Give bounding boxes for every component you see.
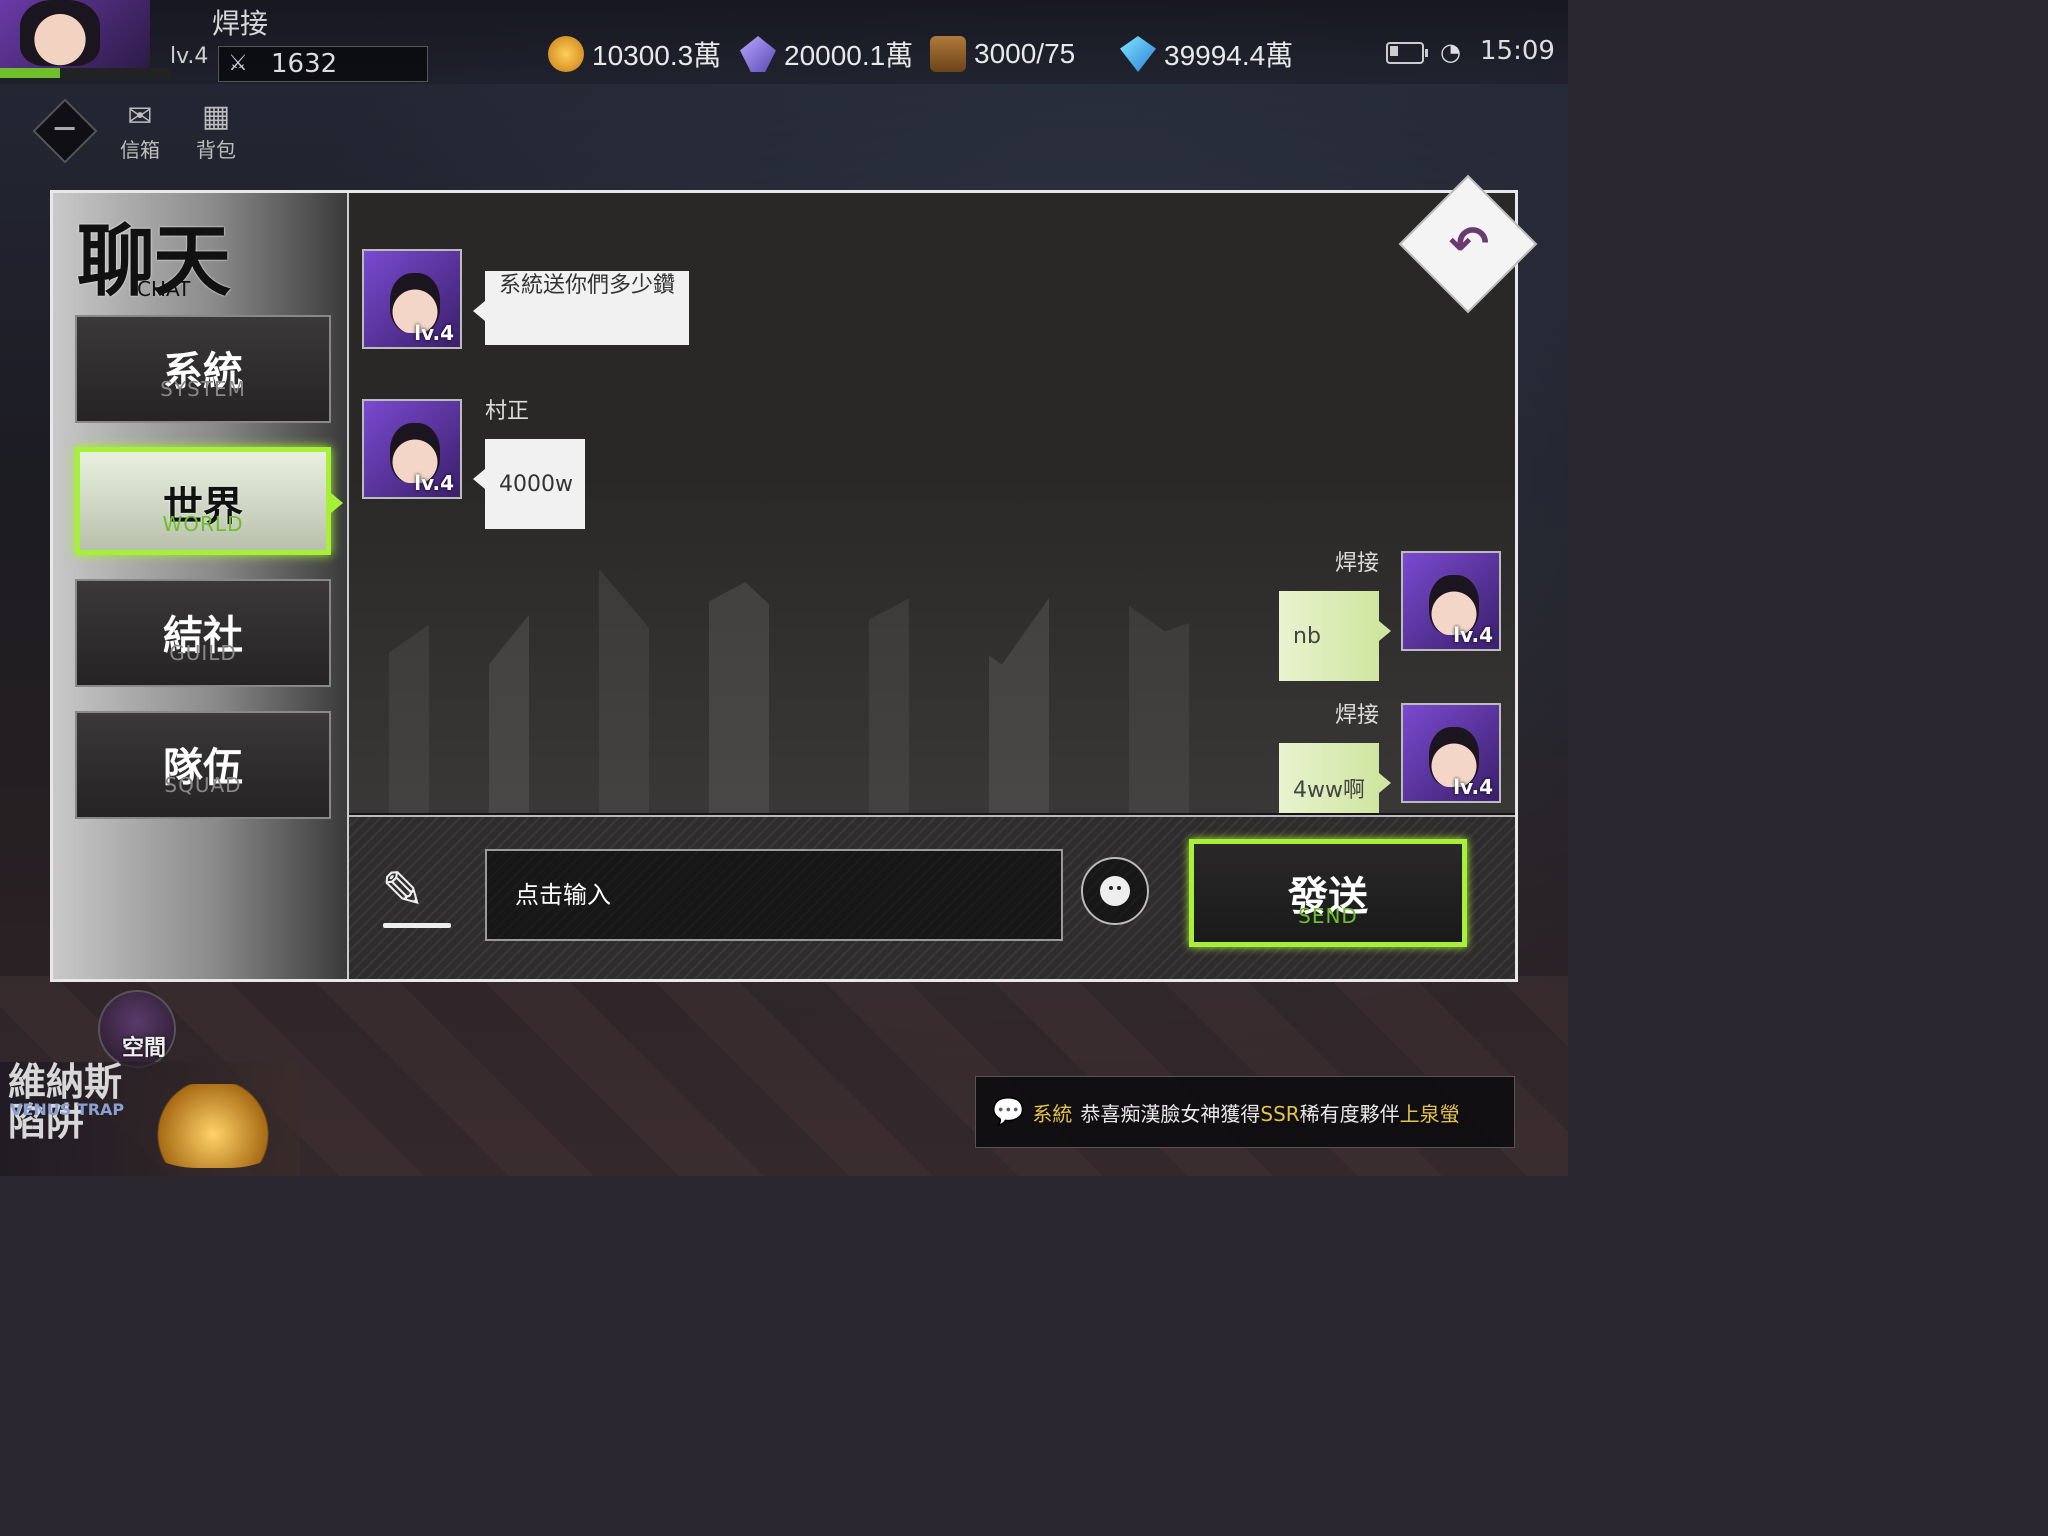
ticker-partner: 上泉螢	[1399, 1101, 1460, 1126]
pencil-underline	[383, 923, 451, 928]
resource-chest-value: 3000/75	[974, 38, 1076, 69]
message-level: lv.4	[414, 321, 454, 345]
combat-power-value: 1632	[271, 49, 338, 79]
message-level: lv.4	[414, 471, 454, 495]
tab-sublabel: SQUAD	[164, 773, 242, 797]
ticker-rarity: SSR	[1260, 1101, 1300, 1126]
chest-icon	[930, 36, 966, 72]
message-bubble: nb	[1279, 591, 1391, 681]
message-level: lv.4	[1453, 775, 1493, 799]
top-status-bar: 焊接 lv.4 ⚔ 1632 10300.3萬 20000.1萬 3000/75…	[0, 0, 1568, 84]
chat-bubble-icon: 💬	[992, 1097, 1025, 1127]
return-arrow-icon: ↶	[1448, 216, 1490, 272]
tab-guild[interactable]: 結社 GUILD	[75, 579, 331, 687]
combat-power: ⚔ 1632	[218, 46, 428, 82]
send-button[interactable]: 發送 SEND	[1189, 839, 1467, 947]
tab-sublabel: WORLD	[162, 512, 244, 536]
message-text: 系統送你們多少鑽	[499, 273, 676, 298]
chat-message-list[interactable]: lv.4 系統送你們多少鑽 lv.4 村正 4000w 焊接 lv.4 nb 焊…	[349, 193, 1515, 813]
crystal-icon	[740, 36, 776, 72]
gold-coin-icon	[548, 36, 584, 72]
wifi-icon: ◔	[1440, 38, 1461, 66]
tab-world[interactable]: 世界 WORLD	[75, 447, 331, 555]
space-label: 空間	[122, 1036, 167, 1061]
message-avatar[interactable]: lv.4	[362, 249, 462, 349]
message-bubble: 系統送你們多少鑽	[472, 271, 690, 345]
emoji-button[interactable]	[1081, 857, 1149, 925]
message-text: nb	[1293, 623, 1321, 649]
chat-sidebar: 聊天 CHAT 系統 SYSTEM 世界 WORLD 結社 GUILD 隊伍 S…	[53, 193, 349, 979]
resource-crystal[interactable]: 20000.1萬	[740, 34, 913, 74]
event-banner-venus-trap[interactable]: 維納斯陷阱 VENUS TRAP	[0, 1062, 300, 1176]
pencil-icon: ✎	[381, 861, 425, 921]
back-button[interactable]: ↶	[1398, 174, 1538, 314]
sword-icon: ⚔	[228, 51, 248, 76]
player-level: lv.4	[170, 44, 209, 69]
tab-sublabel: GUILD	[169, 641, 237, 665]
tab-system[interactable]: 系統 SYSTEM	[75, 315, 331, 423]
diamond-icon	[1120, 36, 1156, 72]
chat-input-area: ✎ 發送 SEND	[349, 815, 1515, 979]
chat-subtitle: CHAT	[137, 277, 191, 301]
message-sender: 焊接	[1335, 703, 1380, 728]
backpack-label: 背包	[196, 138, 236, 162]
message-text: 4ww啊	[1293, 778, 1365, 803]
message-avatar[interactable]: lv.4	[362, 399, 462, 499]
resource-crystal-value: 20000.1萬	[784, 40, 914, 71]
message-avatar[interactable]: lv.4	[1401, 551, 1501, 651]
tab-sublabel: SYSTEM	[160, 377, 246, 401]
avatar-face	[20, 0, 100, 66]
xp-bar	[0, 68, 170, 78]
message-text: 4000w	[499, 471, 573, 497]
message-bubble: 4000w	[473, 439, 585, 529]
resource-chest[interactable]: 3000/75	[930, 34, 1075, 74]
ticker-text-2: 稀有度夥伴	[1299, 1101, 1400, 1126]
mail-icon: ✉	[127, 99, 153, 134]
backpack-icon: ▦	[201, 99, 231, 134]
player-avatar[interactable]	[0, 0, 150, 70]
backpack-button[interactable]: ▦ 背包	[186, 100, 246, 163]
chat-input[interactable]	[485, 849, 1063, 941]
event-subtitle: VENUS TRAP	[10, 1100, 125, 1119]
send-sublabel: SEND	[1298, 904, 1358, 928]
message-bubble: 4ww啊	[1279, 743, 1391, 813]
resource-gold[interactable]: 10300.3萬	[548, 34, 721, 74]
tab-squad[interactable]: 隊伍 SQUAD	[75, 711, 331, 819]
system-announcement-ticker[interactable]: 💬 系統 恭喜痴漢臉女神獲得SSR稀有度夥伴上泉螢	[975, 1076, 1515, 1148]
resource-diamond-value: 39994.4萬	[1164, 40, 1294, 71]
message-sender: 村正	[485, 399, 530, 424]
message-avatar[interactable]: lv.4	[1401, 703, 1501, 803]
clock: 15:09	[1480, 36, 1555, 66]
resource-diamond[interactable]: 39994.4萬	[1120, 34, 1293, 74]
message-level: lv.4	[1453, 623, 1493, 647]
ticker-message: 恭喜痴漢臉女神獲得SSR稀有度夥伴上泉螢	[1080, 1098, 1459, 1127]
ticker-text: 恭喜痴漢臉女神獲得	[1080, 1101, 1261, 1126]
battery-icon	[1386, 42, 1428, 64]
xp-bar-fill	[0, 68, 60, 78]
player-name: 焊接	[212, 8, 269, 39]
chat-panel: 聊天 CHAT 系統 SYSTEM 世界 WORLD 結社 GUILD 隊伍 S…	[50, 190, 1518, 982]
mail-button[interactable]: ✉ 信箱	[110, 100, 170, 163]
resource-gold-value: 10300.3萬	[592, 40, 722, 71]
ticker-tag: 系統	[1032, 1101, 1073, 1126]
mail-label: 信箱	[120, 138, 160, 162]
active-tab-pointer	[331, 493, 343, 513]
message-sender: 焊接	[1335, 551, 1380, 576]
treasure-chest-icon	[138, 1084, 288, 1168]
emoji-icon	[1100, 876, 1130, 906]
